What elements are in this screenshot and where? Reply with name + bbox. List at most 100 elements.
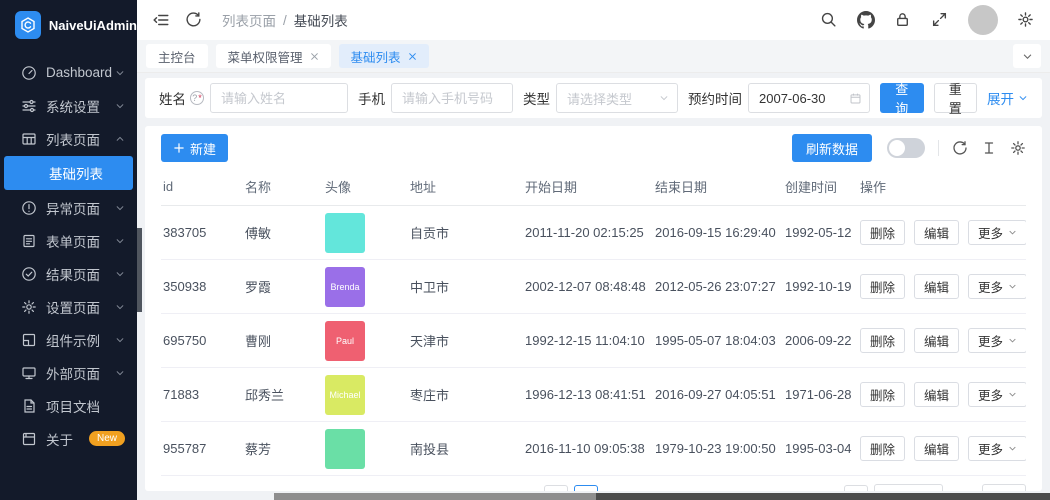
chevron-down-icon [115, 302, 125, 312]
main-area: 列表页面 / 基础列表 主控台 菜单权限管理 基础列表 姓名 ? * 请输入姓名… [137, 0, 1050, 500]
search-button[interactable]: 查询 [880, 82, 924, 116]
delete-button[interactable]: 删除 [860, 274, 906, 299]
column-settings-gear-icon[interactable] [1010, 140, 1026, 156]
type-select[interactable]: 请选择类型 [556, 83, 678, 113]
search-icon[interactable] [820, 11, 838, 29]
help-icon[interactable] [190, 91, 204, 105]
name-label: 姓名 [159, 88, 204, 108]
edit-button[interactable]: 编辑 [914, 382, 960, 407]
tab-dashboard[interactable]: 主控台 [146, 44, 208, 68]
breadcrumb-parent[interactable]: 列表页面 [222, 10, 276, 30]
cell-created: 1992-05-12 [783, 205, 858, 260]
settings-gear-icon[interactable] [1017, 11, 1035, 29]
page-number[interactable]: 3 [634, 485, 658, 492]
refresh-data-button[interactable]: 刷新数据 [791, 134, 872, 162]
cell-name: 傅敏 [243, 205, 323, 260]
jump-input[interactable] [982, 484, 1026, 491]
more-button[interactable]: 更多 [968, 274, 1026, 299]
edit-button[interactable]: 编辑 [914, 436, 960, 461]
lock-icon[interactable] [894, 11, 912, 29]
page-size-select[interactable]: 10 / 页 [874, 484, 943, 491]
sidebar-item-system-settings[interactable]: 系统设置 [0, 89, 137, 122]
more-button[interactable]: 更多 [968, 328, 1026, 353]
cell-start-date: 2002-12-07 08:48:48 [523, 259, 653, 314]
filter-phone-group: 手机 [358, 83, 513, 113]
chevron-up-icon [115, 134, 125, 144]
prev-page-button[interactable] [544, 485, 569, 491]
page-number[interactable]: 2 [604, 485, 628, 492]
column-header-avatar: 头像 [323, 170, 408, 206]
vertical-scrollbar[interactable] [137, 228, 142, 312]
sidebar-item-settings-pages[interactable]: 设置页面 [0, 290, 137, 323]
cell-actions: 删除 编辑 更多 [858, 205, 1026, 260]
edit-button[interactable]: 编辑 [914, 328, 960, 353]
tab-basic-list[interactable]: 基础列表 [338, 44, 429, 68]
page-jump: 跳至 [949, 484, 1026, 491]
delete-button[interactable]: 删除 [860, 328, 906, 353]
name-input[interactable] [210, 83, 348, 113]
logo[interactable]: NaiveUiAdmin [0, 0, 137, 50]
sidebar-item-list-pages[interactable]: 列表页面 [0, 122, 137, 155]
sidebar-item-exception-pages[interactable]: 异常页面 [0, 191, 137, 224]
tab-options-button[interactable] [1013, 44, 1041, 68]
expand-link[interactable]: 展开 [987, 88, 1028, 108]
date-picker[interactable] [748, 83, 870, 113]
sidebar-item-label: 列表页面 [46, 132, 100, 148]
toggle-switch[interactable] [887, 138, 925, 158]
sidebar-item-basic-list[interactable]: 基础列表 [4, 156, 133, 190]
menu-collapse-icon[interactable] [152, 11, 170, 29]
delete-button[interactable]: 删除 [860, 436, 906, 461]
more-button[interactable]: 更多 [968, 436, 1026, 461]
cell-address: 南投县 [408, 421, 523, 476]
close-icon[interactable] [310, 52, 319, 61]
data-table: id 名称 头像 地址 开始日期 结束日期 创建时间 操作 383705 傅敏 [161, 170, 1026, 476]
edit-button[interactable]: 编辑 [914, 220, 960, 245]
tab-menu-permissions[interactable]: 菜单权限管理 [215, 44, 331, 68]
scrollbar-thumb[interactable] [274, 493, 596, 500]
sidebar-item-about[interactable]: 关于 New [0, 422, 137, 455]
page-number[interactable]: 1 [574, 485, 599, 491]
row-height-icon[interactable] [981, 140, 997, 156]
sidebar-item-label: Dashboard [46, 65, 113, 80]
horizontal-scrollbar[interactable] [274, 493, 1050, 500]
cell-address: 中卫市 [408, 259, 523, 314]
sidebar-item-dashboard[interactable]: Dashboard [0, 56, 137, 89]
delete-button[interactable]: 删除 [860, 220, 906, 245]
close-icon[interactable] [408, 52, 417, 61]
chevron-down-icon [115, 68, 125, 78]
page-number[interactable]: 6 [724, 485, 748, 492]
more-button[interactable]: 更多 [968, 382, 1026, 407]
document-icon [21, 398, 37, 414]
chevron-down-icon [115, 101, 125, 111]
user-avatar[interactable] [968, 5, 998, 35]
app-title: NaiveUiAdmin [48, 17, 137, 33]
page-number[interactable]: 60 [814, 485, 838, 492]
github-icon[interactable] [857, 11, 875, 29]
page-number[interactable]: 5 [694, 485, 718, 492]
page-number[interactable]: 4 [664, 485, 688, 492]
table-row: 71883 邱秀兰 Michael 枣庄市 1996-12-13 08:41:5… [161, 367, 1026, 422]
sidebar-item-result-pages[interactable]: 结果页面 [0, 257, 137, 290]
pagination: 1 2 3 4 5 6 7 ··· 60 10 / 页 跳至 [161, 476, 1026, 491]
sidebar-item-project-docs[interactable]: 项目文档 [0, 389, 137, 422]
sidebar-item-component-examples[interactable]: 组件示例 [0, 323, 137, 356]
sidebar-item-external-pages[interactable]: 外部页面 [0, 356, 137, 389]
refresh-icon[interactable] [952, 140, 968, 156]
fullscreen-icon[interactable] [931, 11, 949, 29]
cell-end-date: 1995-05-07 18:04:03 [653, 313, 783, 368]
jump-label: 跳至 [949, 488, 975, 492]
next-page-button[interactable] [844, 485, 869, 491]
phone-input[interactable] [391, 83, 513, 113]
sidebar-item-label: 关于 [46, 432, 73, 448]
more-button[interactable]: 更多 [968, 220, 1026, 245]
page-number[interactable]: 7 [754, 485, 778, 492]
reset-button[interactable]: 重置 [933, 82, 977, 116]
column-header-created: 创建时间 [783, 170, 858, 206]
edit-button[interactable]: 编辑 [914, 274, 960, 299]
reload-icon[interactable] [185, 11, 203, 29]
sidebar-item-form-pages[interactable]: 表单页面 [0, 224, 137, 257]
delete-button[interactable]: 删除 [860, 382, 906, 407]
create-button[interactable]: 新建 [161, 134, 229, 162]
sidebar-item-label: 项目文档 [46, 399, 100, 415]
chevron-down-icon [115, 368, 125, 378]
